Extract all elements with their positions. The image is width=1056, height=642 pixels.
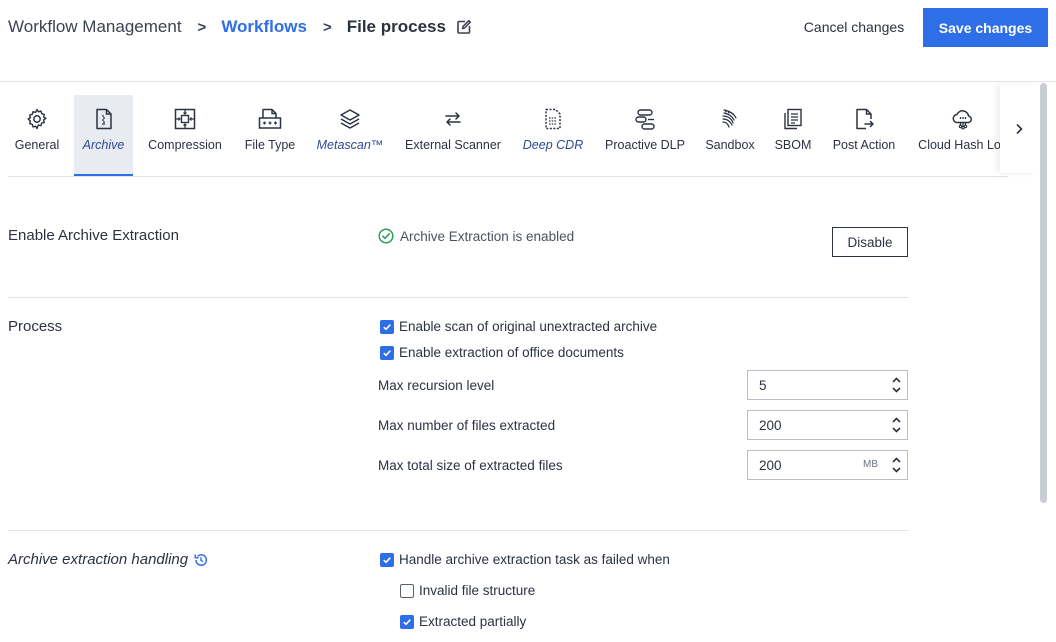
- extracted-partially-checkbox[interactable]: Extracted partially: [400, 614, 526, 629]
- dlp-icon: [635, 109, 655, 130]
- tab-label: External Scanner: [405, 138, 501, 152]
- tab-label: SBOM: [774, 138, 812, 152]
- breadcrumb-root[interactable]: Workflow Management: [8, 17, 182, 37]
- save-changes-button[interactable]: Save changes: [923, 8, 1048, 47]
- history-icon[interactable]: [193, 552, 209, 568]
- scan-original-archive-checkbox[interactable]: Enable scan of original unextracted arch…: [380, 319, 657, 334]
- tab-label: Post Action: [832, 138, 896, 152]
- tab-sbom[interactable]: SBOM: [773, 95, 813, 176]
- page-header: Workflow Management > Workflows > File p…: [0, 0, 1056, 82]
- archive-extraction-handling-title: Archive extraction handling: [8, 551, 209, 568]
- max-recursion-stepper[interactable]: [747, 370, 908, 400]
- tab-external-scanner[interactable]: External Scanner: [402, 95, 504, 176]
- breadcrumb: Workflow Management > Workflows > File p…: [8, 16, 472, 38]
- process-section-title: Process: [8, 318, 63, 335]
- checkbox-checked[interactable]: [380, 319, 394, 334]
- checkbox-label: Invalid file structure: [419, 583, 536, 598]
- checkbox-label: Enable extraction of office documents: [399, 345, 624, 360]
- chevron-right-icon: [1016, 123, 1023, 135]
- tab-label: General: [14, 138, 60, 152]
- tab-deep-cdr[interactable]: Deep CDR: [519, 95, 587, 176]
- sandbox-icon: [722, 109, 737, 128]
- tab-general[interactable]: General: [8, 95, 66, 176]
- max-recursion-input[interactable]: [748, 371, 868, 399]
- extraction-status-text: Archive Extraction is enabled: [400, 228, 575, 244]
- compression-icon: [174, 108, 196, 130]
- settings-tab-bar: General Archive Compression File Type Me…: [8, 83, 1008, 177]
- handle-as-failed-checkbox[interactable]: Handle archive extraction task as failed…: [380, 552, 670, 567]
- extraction-status: Archive Extraction is enabled: [378, 228, 574, 244]
- max-files-label: Max number of files extracted: [378, 418, 556, 433]
- section-divider: [8, 297, 908, 298]
- checkbox-checked[interactable]: [380, 345, 394, 360]
- tab-post-action[interactable]: Post Action: [828, 95, 900, 176]
- breadcrumb-workflows-link[interactable]: Workflows: [221, 17, 307, 37]
- edit-icon[interactable]: [456, 19, 472, 35]
- archive-icon: [95, 108, 112, 130]
- checkbox-checked[interactable]: [380, 552, 394, 567]
- tab-label: File Type: [244, 138, 296, 152]
- cloud-hash-icon: [952, 110, 972, 130]
- tab-cloud-hash-lookup[interactable]: Cloud Hash Loo: [918, 95, 1008, 176]
- checkbox-unchecked[interactable]: [400, 583, 414, 598]
- tab-label: Sandbox: [705, 138, 755, 152]
- tab-label: Cloud Hash Loo: [918, 138, 1008, 152]
- max-files-input[interactable]: [748, 411, 868, 439]
- stepper-controls[interactable]: [885, 451, 907, 479]
- max-total-size-stepper[interactable]: MB: [747, 450, 908, 480]
- post-action-icon: [856, 108, 874, 130]
- enable-archive-extraction-title: Enable Archive Extraction: [8, 227, 179, 244]
- decrement-arrow-icon[interactable]: [891, 467, 901, 473]
- checkbox-label: Handle archive extraction task as failed…: [399, 552, 670, 567]
- checkbox-checked[interactable]: [400, 614, 414, 629]
- gear-icon: [27, 108, 47, 130]
- tab-proactive-dlp[interactable]: Proactive DLP: [601, 95, 689, 176]
- invalid-file-structure-checkbox[interactable]: Invalid file structure: [400, 583, 535, 598]
- deep-cdr-icon: [545, 108, 561, 130]
- cancel-changes-button[interactable]: Cancel changes: [795, 8, 913, 46]
- tab-archive[interactable]: Archive: [74, 95, 133, 176]
- handling-title-text: Archive extraction handling: [8, 551, 189, 568]
- tab-label: Archive: [82, 138, 125, 152]
- max-files-stepper[interactable]: [747, 410, 908, 440]
- tab-label: Proactive DLP: [605, 138, 685, 152]
- checkbox-label: Extracted partially: [419, 614, 527, 629]
- tab-metascan[interactable]: Metascan™: [313, 95, 387, 176]
- extract-office-documents-checkbox[interactable]: Enable extraction of office documents: [380, 345, 624, 360]
- size-unit: MB: [863, 459, 878, 470]
- check-circle-icon: [378, 228, 394, 244]
- page-scrollbar[interactable]: [1040, 83, 1047, 503]
- tab-label: Metascan™: [316, 138, 384, 152]
- tab-label: Deep CDR: [522, 138, 584, 152]
- tab-sandbox[interactable]: Sandbox: [701, 95, 759, 176]
- decrement-arrow-icon[interactable]: [891, 427, 901, 433]
- tabs-scroll-right-button[interactable]: [1000, 85, 1038, 173]
- swap-icon: [445, 112, 461, 126]
- breadcrumb-chevron-icon: >: [197, 18, 207, 36]
- disable-button[interactable]: Disable: [832, 227, 908, 257]
- file-type-icon: [258, 108, 282, 129]
- tab-label: Compression: [148, 138, 222, 152]
- page-title: File process: [346, 17, 446, 36]
- max-total-size-label: Max total size of extracted files: [378, 458, 563, 473]
- decrement-arrow-icon[interactable]: [891, 387, 901, 393]
- sbom-icon: [784, 108, 802, 130]
- tab-compression[interactable]: Compression: [145, 95, 225, 176]
- section-divider: [8, 530, 908, 531]
- max-recursion-label: Max recursion level: [378, 378, 495, 393]
- increment-arrow-icon[interactable]: [891, 417, 901, 423]
- stepper-controls[interactable]: [885, 411, 907, 439]
- tab-file-type[interactable]: File Type: [238, 95, 302, 176]
- breadcrumb-chevron-icon: >: [322, 18, 332, 36]
- layers-icon: [340, 109, 360, 129]
- increment-arrow-icon[interactable]: [891, 457, 901, 463]
- stepper-controls[interactable]: [885, 371, 907, 399]
- increment-arrow-icon[interactable]: [891, 377, 901, 383]
- checkbox-label: Enable scan of original unextracted arch…: [399, 319, 658, 334]
- max-total-size-input[interactable]: [748, 451, 868, 479]
